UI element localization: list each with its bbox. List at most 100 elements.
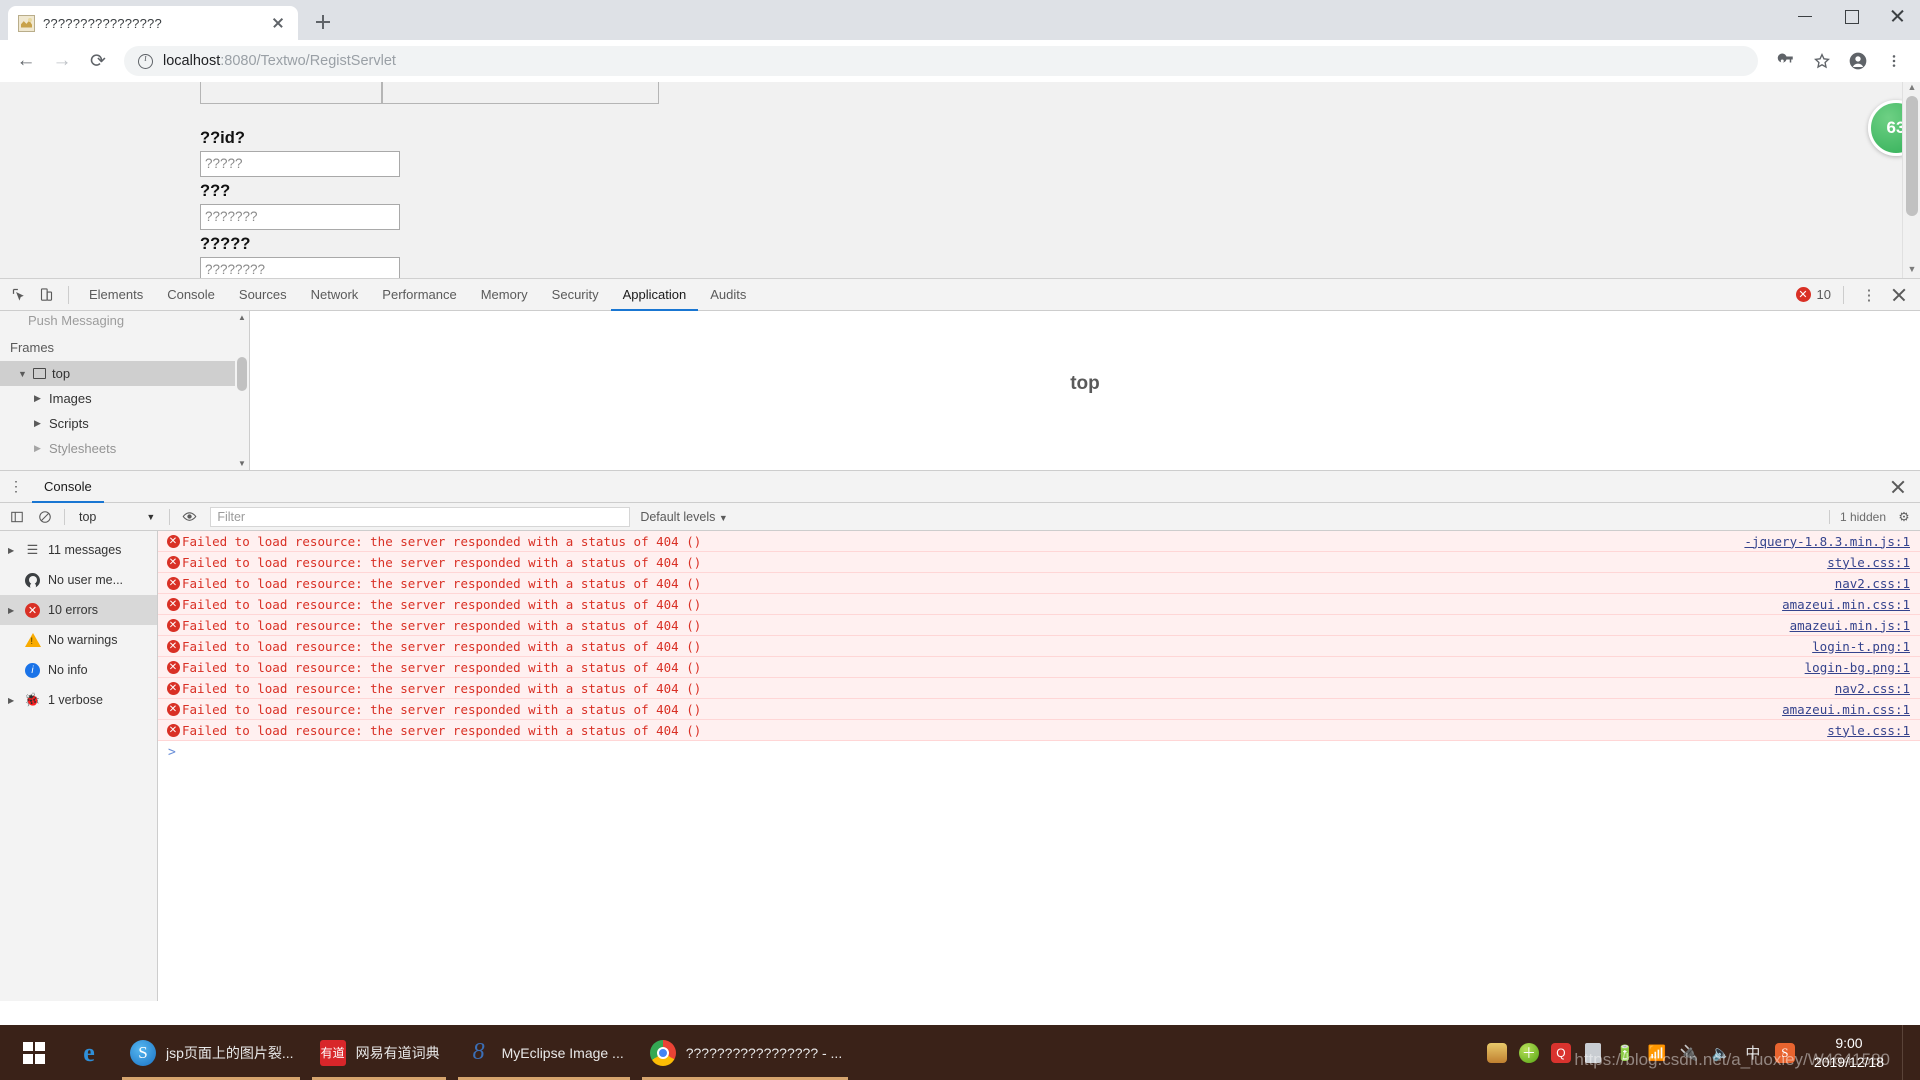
sogou-input-icon[interactable]: S: [1774, 1042, 1796, 1064]
back-button[interactable]: ←: [10, 45, 42, 77]
wifi-icon[interactable]: 📶: [1646, 1042, 1668, 1064]
sidebar-item-push-messaging[interactable]: Push Messaging: [0, 311, 249, 332]
sidebar-scrollbar[interactable]: ▲ ▼: [235, 311, 249, 470]
expander-icon[interactable]: ▶: [34, 418, 43, 429]
star-icon[interactable]: [1806, 45, 1838, 77]
console-message-row[interactable]: ✕ Failed to load resource: the server re…: [158, 573, 1920, 594]
message-source-link[interactable]: login-bg.png:1: [1805, 660, 1910, 675]
form-input-1[interactable]: ?????: [200, 151, 400, 177]
tab-security[interactable]: Security: [540, 279, 611, 311]
profile-avatar-icon[interactable]: [1842, 45, 1874, 77]
drawer-tab-console[interactable]: Console: [32, 471, 104, 503]
console-filter-verbose[interactable]: ▶ 🐞 1 verbose: [0, 685, 157, 715]
key-icon[interactable]: [1770, 45, 1802, 77]
form-input-2[interactable]: ???????: [200, 204, 400, 230]
console-message-row[interactable]: ✕ Failed to load resource: the server re…: [158, 615, 1920, 636]
console-sidebar-toggle-icon[interactable]: [6, 506, 28, 528]
device-toolbar-icon[interactable]: [32, 281, 60, 309]
console-message-row[interactable]: ✕ Failed to load resource: the server re…: [158, 531, 1920, 552]
console-message-row[interactable]: ✕ Failed to load resource: the server re…: [158, 720, 1920, 741]
message-source-link[interactable]: nav2.css:1: [1835, 576, 1910, 591]
console-message-row[interactable]: ✕ Failed to load resource: the server re…: [158, 594, 1920, 615]
show-desktop-button[interactable]: [1902, 1025, 1910, 1080]
expander-icon[interactable]: ▶: [34, 393, 43, 404]
penguin-icon[interactable]: [1486, 1042, 1508, 1064]
address-bar[interactable]: localhost:8080/Textwo/RegistServlet: [124, 46, 1758, 76]
message-source-link[interactable]: amazeui.min.js:1: [1790, 618, 1910, 633]
drawer-menu-icon[interactable]: ⋮: [6, 478, 26, 495]
message-source-link[interactable]: style.css:1: [1827, 555, 1910, 570]
forward-button[interactable]: →: [46, 45, 78, 77]
message-source-link[interactable]: amazeui.min.css:1: [1782, 597, 1910, 612]
start-button[interactable]: [6, 1025, 62, 1080]
taskbar-item-edge[interactable]: e: [62, 1025, 116, 1080]
console-settings-gear-icon[interactable]: ⚙: [1894, 507, 1914, 527]
expander-icon[interactable]: ▼: [18, 369, 27, 379]
console-message-row[interactable]: ✕ Failed to load resource: the server re…: [158, 699, 1920, 720]
tab-sources[interactable]: Sources: [227, 279, 299, 311]
tab-audits[interactable]: Audits: [698, 279, 758, 311]
page-scrollbar[interactable]: ▲ ▼: [1902, 82, 1920, 278]
reload-button[interactable]: ⟳: [82, 45, 114, 77]
tab-memory[interactable]: Memory: [469, 279, 540, 311]
taskbar-item-sogou-browser[interactable]: S jsp页面上的图片裂...: [116, 1025, 306, 1080]
volume-icon[interactable]: 🔈: [1710, 1042, 1732, 1064]
ime-icon[interactable]: 中: [1742, 1042, 1764, 1064]
sidebar-item-scripts[interactable]: ▶ Scripts: [0, 411, 249, 436]
message-source-link[interactable]: amazeui.min.css:1: [1782, 702, 1910, 717]
usb-icon[interactable]: [1582, 1042, 1604, 1064]
battery-icon[interactable]: 🔋: [1614, 1042, 1636, 1064]
tab-application[interactable]: Application: [611, 279, 699, 311]
scroll-up-icon[interactable]: ▲: [1903, 82, 1920, 96]
taskbar-item-chrome[interactable]: ????????????????? - ...: [636, 1025, 854, 1080]
console-filter-all-messages[interactable]: ▶ ☰ 11 messages: [0, 535, 157, 565]
expander-icon[interactable]: ▶: [8, 546, 17, 555]
console-filter-errors[interactable]: ▶ ✕ 10 errors: [0, 595, 157, 625]
browser-menu-kebab-icon[interactable]: [1878, 45, 1910, 77]
console-filter-info[interactable]: ▶ i No info: [0, 655, 157, 685]
log-levels-selector[interactable]: Default levels ▼: [640, 510, 727, 524]
console-message-row[interactable]: ✕ Failed to load resource: the server re…: [158, 657, 1920, 678]
scroll-down-icon[interactable]: ▼: [235, 459, 249, 468]
devtools-menu-kebab-icon[interactable]: ⋮: [1856, 282, 1882, 308]
tab-performance[interactable]: Performance: [370, 279, 468, 311]
close-window-button[interactable]: [1874, 0, 1920, 32]
console-message-row[interactable]: ✕ Failed to load resource: the server re…: [158, 552, 1920, 573]
form-input-3[interactable]: ????????: [200, 257, 400, 279]
maximize-window-button[interactable]: [1828, 0, 1874, 32]
console-filter-user-messages[interactable]: ▶ No user me...: [0, 565, 157, 595]
minimize-window-button[interactable]: [1782, 0, 1828, 32]
taskbar-clock[interactable]: 9:00 2019/12/18: [1806, 1034, 1892, 1072]
message-source-link[interactable]: login-t.png:1: [1812, 639, 1910, 654]
console-message-row[interactable]: ✕ Failed to load resource: the server re…: [158, 678, 1920, 699]
scrollbar-thumb[interactable]: [1906, 96, 1918, 216]
drawer-close-icon[interactable]: [1886, 475, 1910, 499]
devtools-close-icon[interactable]: [1886, 282, 1912, 308]
expander-icon[interactable]: ▶: [8, 696, 17, 705]
console-filter-input[interactable]: Filter: [210, 507, 630, 527]
scrollbar-thumb[interactable]: [237, 357, 247, 391]
tab-console[interactable]: Console: [155, 279, 227, 311]
taskbar-item-myeclipse[interactable]: 8 MyEclipse Image ...: [452, 1025, 636, 1080]
tab-network[interactable]: Network: [299, 279, 371, 311]
scroll-down-icon[interactable]: ▼: [1903, 264, 1920, 278]
red-qq-icon[interactable]: Q: [1550, 1042, 1572, 1064]
sidebar-item-top[interactable]: ▼ top: [0, 361, 249, 386]
console-message-row[interactable]: ✕ Failed to load resource: the server re…: [158, 636, 1920, 657]
clear-console-icon[interactable]: [34, 506, 56, 528]
site-info-icon[interactable]: [138, 54, 153, 69]
message-source-link[interactable]: style.css:1: [1827, 723, 1910, 738]
message-source-link[interactable]: -jquery-1.8.3.min.js:1: [1744, 534, 1910, 549]
browser-tab[interactable]: ????????????????: [8, 6, 298, 40]
console-filter-warnings[interactable]: ▶ No warnings: [0, 625, 157, 655]
sidebar-item-stylesheets[interactable]: ▶ Stylesheets: [0, 436, 249, 461]
scroll-up-icon[interactable]: ▲: [235, 313, 249, 322]
new-tab-button[interactable]: [306, 5, 340, 39]
console-context-selector[interactable]: top ▼: [73, 510, 161, 524]
taskbar-item-youdao-dict[interactable]: 有道 网易有道词典: [306, 1025, 452, 1080]
expander-icon[interactable]: ▶: [8, 606, 17, 615]
live-expression-eye-icon[interactable]: [178, 506, 200, 528]
message-source-link[interactable]: nav2.css:1: [1835, 681, 1910, 696]
console-prompt[interactable]: >: [158, 741, 1920, 763]
inspect-element-icon[interactable]: [4, 281, 32, 309]
